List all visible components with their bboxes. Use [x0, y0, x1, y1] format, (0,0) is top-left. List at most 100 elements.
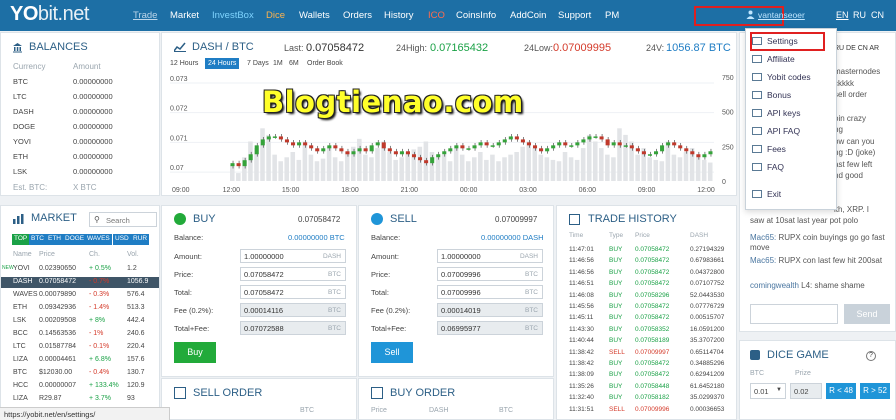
- chat-message-input[interactable]: [750, 304, 838, 324]
- market-tab-btc[interactable]: BTC: [29, 234, 46, 245]
- nav-history[interactable]: History: [384, 10, 414, 21]
- buy-button[interactable]: Buy: [174, 342, 216, 363]
- market-row[interactable]: LIZA R29.87 + 3.7% 93: [1, 394, 159, 405]
- balance-currency[interactable]: LTC: [13, 92, 27, 101]
- trade-price: 0.07058296: [635, 291, 670, 299]
- est-btc-value: X BTC: [73, 183, 97, 192]
- chat-username[interactable]: comingwealth: [750, 281, 799, 290]
- buy-amount-input[interactable]: 1.00000000 DASH: [240, 249, 346, 263]
- balance-currency[interactable]: BTC: [13, 77, 28, 86]
- api-faq-icon: [752, 127, 762, 135]
- market-row[interactable]: NEW YOVI 0.02390650 + 0.5% 1.2: [1, 264, 159, 275]
- balance-currency[interactable]: ETH: [13, 152, 28, 161]
- sell-total-input[interactable]: 0.07009996 BTC: [437, 285, 543, 299]
- chat-langs[interactable]: RU DE CN AR: [834, 45, 879, 52]
- sell-amount-input[interactable]: 1.00000000 DASH: [437, 249, 543, 263]
- range-7d[interactable]: 7 Days: [247, 60, 269, 67]
- volume-bar: [484, 159, 489, 181]
- volume-bar: [369, 157, 374, 181]
- candle-body: [339, 148, 344, 152]
- market-row-price: 0.00079890: [39, 291, 76, 298]
- username-link[interactable]: vantanseoer: [758, 10, 805, 20]
- candle-body: [545, 148, 550, 152]
- dice-bet-select[interactable]: 0.01 ▼: [750, 383, 786, 399]
- sell-balance[interactable]: 0.00000000 DASH: [481, 233, 544, 242]
- nav-orders[interactable]: Orders: [343, 10, 372, 21]
- market-tab-top[interactable]: TOP: [12, 234, 30, 245]
- range-6m[interactable]: 6M: [289, 60, 299, 67]
- menu-item-yobit-codes[interactable]: Yobit codes: [752, 72, 811, 82]
- range-1m[interactable]: 1M: [273, 60, 283, 67]
- lang-cn[interactable]: CN: [871, 10, 884, 20]
- market-search-input[interactable]: ⚲ Search: [89, 212, 157, 227]
- menu-item-fees[interactable]: Fees: [752, 144, 786, 154]
- balance-currency[interactable]: YOVI: [13, 137, 31, 146]
- chat-message-fragment: nd good: [834, 171, 863, 180]
- range-12h[interactable]: 12 Hours: [170, 60, 198, 67]
- help-icon[interactable]: ?: [866, 351, 876, 361]
- market-row[interactable]: HCC 0.00000007 + 133.4% 120.9: [1, 381, 159, 392]
- nav-ico[interactable]: ICO: [428, 10, 445, 21]
- volume-bar: [617, 128, 622, 181]
- market-row[interactable]: WAVES 0.00079890 - 0.3% 576.4: [1, 290, 159, 301]
- dice-less-button[interactable]: R < 48: [826, 383, 856, 399]
- affiliate-icon: [752, 55, 762, 63]
- low-price: 0.07009995: [553, 42, 612, 54]
- chevron-down-icon: ▼: [776, 387, 782, 393]
- market-row[interactable]: LTC 0.01587784 - 0.1% 220.4: [1, 342, 159, 353]
- chat-username[interactable]: Mac65:: [750, 233, 776, 242]
- buy-price-input[interactable]: 0.07058472 BTC: [240, 267, 346, 281]
- sell-price-label: Price:: [371, 270, 391, 279]
- search-icon: ⚲: [94, 215, 100, 224]
- range-orderbook[interactable]: Order Book: [307, 60, 343, 67]
- market-row[interactable]: BCC 0.14563536 - 1% 240.6: [1, 329, 159, 340]
- market-tab-eth[interactable]: ETH: [46, 234, 63, 245]
- nav-pm[interactable]: PM: [605, 10, 619, 21]
- nav-support[interactable]: Support: [558, 10, 591, 21]
- balance-currency[interactable]: DASH: [13, 107, 34, 116]
- sell-button[interactable]: Sell: [371, 342, 413, 363]
- volume-bar: [465, 161, 471, 181]
- menu-item-api-keys[interactable]: API keys: [752, 108, 801, 118]
- nav-trade[interactable]: Trade: [133, 10, 157, 21]
- menu-item-affiliate[interactable]: Affiliate: [752, 54, 795, 64]
- trade-amount: 61.6452180: [690, 382, 725, 390]
- market-row[interactable]: LSK 0.00209508 + 8% 442.4: [1, 316, 159, 327]
- lang-en[interactable]: EN: [836, 10, 849, 20]
- menu-item-bonus[interactable]: Bonus: [752, 90, 791, 100]
- market-row[interactable]: ETH 0.09342936 - 1.4% 513.3: [1, 303, 159, 314]
- balance-currency[interactable]: LSK: [13, 167, 27, 176]
- nav-coinsinfo[interactable]: CoinsInfo: [456, 10, 496, 21]
- buy-balance[interactable]: 0.00000000 BTC: [288, 233, 345, 242]
- nav-wallets[interactable]: Wallets: [299, 10, 330, 21]
- menu-item-label: Yobit codes: [767, 72, 811, 82]
- menu-item-exit[interactable]: Exit: [752, 189, 781, 199]
- lang-ru[interactable]: RU: [853, 10, 866, 20]
- market-row[interactable]: BTC $12030.00 - 0.4% 130.7: [1, 368, 159, 379]
- nav-investbox[interactable]: InvestBox: [212, 10, 254, 21]
- volume-bar: [568, 157, 574, 181]
- nav-market[interactable]: Market: [170, 10, 199, 21]
- dice-greater-button[interactable]: R > 52: [860, 383, 890, 399]
- chat-send-button[interactable]: Send: [844, 304, 890, 324]
- menu-item-faq[interactable]: FAQ: [752, 162, 784, 172]
- balance-currency[interactable]: DOGE: [13, 122, 35, 131]
- sell-price-input[interactable]: 0.07009996 BTC: [437, 267, 543, 281]
- buy-total-input[interactable]: 0.07058472 BTC: [240, 285, 346, 299]
- menu-item-settings[interactable]: Settings: [752, 36, 798, 46]
- nav-dice[interactable]: Dice: [266, 10, 285, 21]
- market-tab-waves[interactable]: WAVES: [85, 234, 112, 245]
- yobit-logo[interactable]: YObit.net: [10, 3, 89, 26]
- market-tab-doge[interactable]: DOGE: [63, 234, 87, 245]
- market-tab-rur[interactable]: RUR: [131, 234, 150, 245]
- market-tab-usd[interactable]: USD: [113, 234, 131, 245]
- menu-item-api-faq[interactable]: API FAQ: [752, 126, 800, 136]
- volume-bar: [308, 154, 314, 181]
- range-24h[interactable]: 24 Hours: [205, 58, 240, 69]
- market-row[interactable]: DASH 0.07058472 - 0.7% 1056.9: [1, 277, 159, 288]
- chat-username[interactable]: Mac65:: [750, 256, 776, 265]
- candle-body: [593, 136, 598, 138]
- market-row[interactable]: LIZA 0.00004461 + 6.8% 157.6: [1, 355, 159, 366]
- nav-addcoin[interactable]: AddCoin: [510, 10, 546, 21]
- volume-bar: [556, 161, 562, 181]
